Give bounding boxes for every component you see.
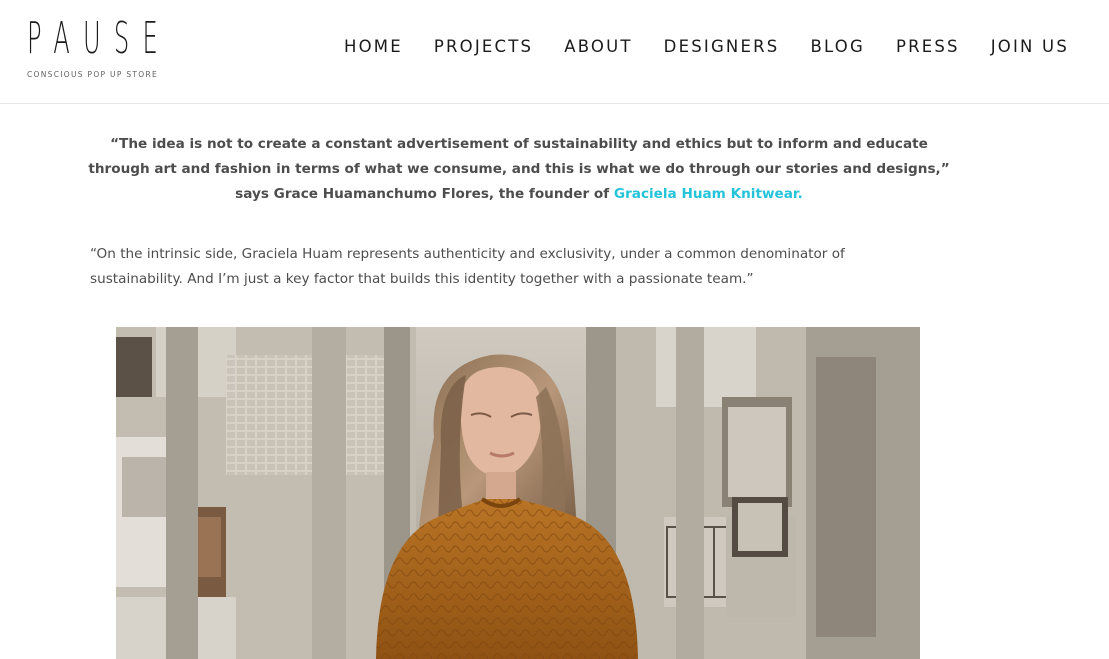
graciela-huam-knitwear-link[interactable]: Graciela Huam Knitwear. xyxy=(614,186,803,202)
pull-quote-text: “The idea is not to create a constant ad… xyxy=(88,136,950,202)
main-nav: HOME PROJECTS ABOUT DESIGNERS BLOG PRESS… xyxy=(313,36,1069,58)
site-header: PAUSE CONSCIOUS POP UP STORE HOME PROJEC… xyxy=(0,0,1109,104)
article-paragraph: “On the intrinsic side, Graciela Huam re… xyxy=(90,246,845,287)
nav-join-us[interactable]: JOIN US xyxy=(991,36,1069,58)
nav-designers[interactable]: DESIGNERS xyxy=(664,36,780,58)
nav-home[interactable]: HOME xyxy=(344,36,403,58)
article-photo xyxy=(116,327,920,659)
logo-wordmark: PAUSE xyxy=(27,13,171,64)
nav-projects[interactable]: PROJECTS xyxy=(434,36,533,58)
nav-about[interactable]: ABOUT xyxy=(564,36,632,58)
nav-press[interactable]: PRESS xyxy=(896,36,960,58)
logo-tagline: CONSCIOUS POP UP STORE xyxy=(27,70,159,79)
article-pull-quote: “The idea is not to create a constant ad… xyxy=(86,132,952,207)
site-logo[interactable]: PAUSE CONSCIOUS POP UP STORE xyxy=(27,14,187,84)
photo-illustration xyxy=(116,327,920,659)
nav-blog[interactable]: BLOG xyxy=(810,36,865,58)
